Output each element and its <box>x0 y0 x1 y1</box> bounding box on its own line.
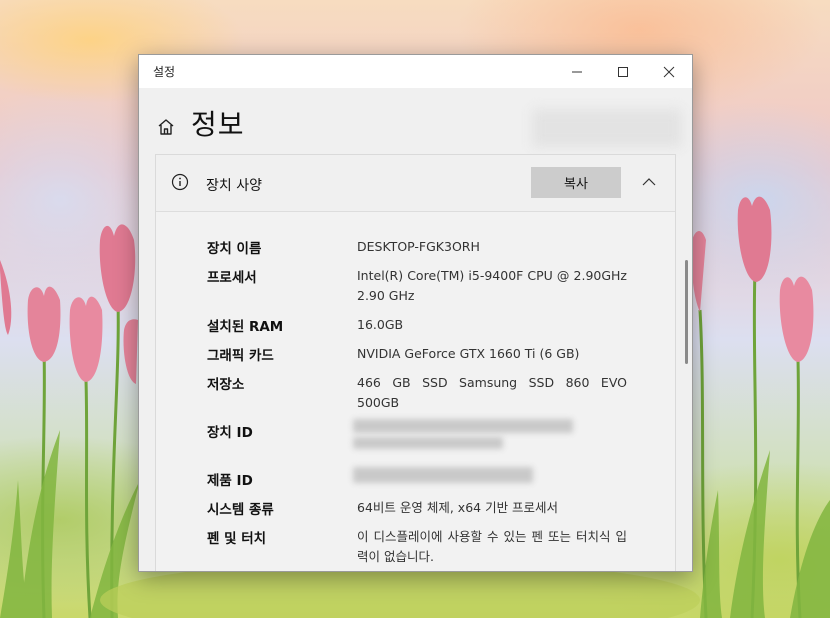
close-button[interactable] <box>646 55 692 88</box>
info-icon <box>171 173 189 191</box>
window-controls <box>554 55 692 88</box>
minimize-icon <box>572 71 582 72</box>
device-id-redacted <box>353 437 503 449</box>
content-area: 장치 사양 복사 장치 이름 DESKTOP-FGK3ORH 프로세서 Inte… <box>139 154 692 571</box>
device-specs-header[interactable]: 장치 사양 복사 <box>156 155 675 212</box>
spec-label: 장치 이름 <box>207 241 262 257</box>
settings-window: 설정 정보 장치 사양 복사 장치 이름 DESKTOP-FGK3ORH 프로세… <box>138 54 693 572</box>
spec-value: 466 GB SSD Samsung SSD 860 EVO 500GB <box>357 375 627 410</box>
home-button[interactable] <box>156 117 176 141</box>
scrollbar[interactable] <box>685 260 688 364</box>
spec-label: 제품 ID <box>207 473 253 489</box>
spec-value: 16.0GB <box>357 317 404 332</box>
minimize-button[interactable] <box>554 55 600 88</box>
spec-label: 저장소 <box>207 377 245 393</box>
spec-label: 장치 ID <box>207 425 253 441</box>
product-id-redacted <box>353 467 533 483</box>
header-blurred-area <box>532 109 682 147</box>
spec-label: 펜 및 터치 <box>207 531 267 547</box>
maximize-button[interactable] <box>600 55 646 88</box>
spec-label: 그래픽 카드 <box>207 348 274 364</box>
window-title: 설정 <box>153 65 176 79</box>
spec-value: 64비트 운영 체제, x64 기반 프로세서 <box>357 500 559 515</box>
title-bar[interactable]: 설정 <box>139 55 692 88</box>
spec-label: 시스템 종류 <box>207 502 274 518</box>
maximize-icon <box>618 66 628 77</box>
spec-value: 이 디스플레이에 사용할 수 있는 펜 또는 터치식 입력이 없습니다. <box>357 529 627 564</box>
device-specs-title: 장치 사양 <box>206 178 262 194</box>
home-icon <box>158 119 174 135</box>
spec-value: Intel(R) Core(TM) i5-9400F CPU @ 2.90GHz… <box>357 268 627 303</box>
page-title: 정보 <box>191 108 245 141</box>
copy-button[interactable]: 복사 <box>531 167 621 198</box>
close-icon <box>663 66 675 77</box>
chevron-up-icon[interactable] <box>641 174 657 190</box>
spec-value: DESKTOP-FGK3ORH <box>357 239 480 254</box>
device-specs-card: 장치 사양 복사 장치 이름 DESKTOP-FGK3ORH 프로세서 Inte… <box>155 154 676 571</box>
spec-label: 설치된 RAM <box>207 319 284 335</box>
device-id-redacted <box>353 419 573 433</box>
spec-label: 프로세서 <box>207 270 257 286</box>
spec-value: NVIDIA GeForce GTX 1660 Ti (6 GB) <box>357 346 580 361</box>
